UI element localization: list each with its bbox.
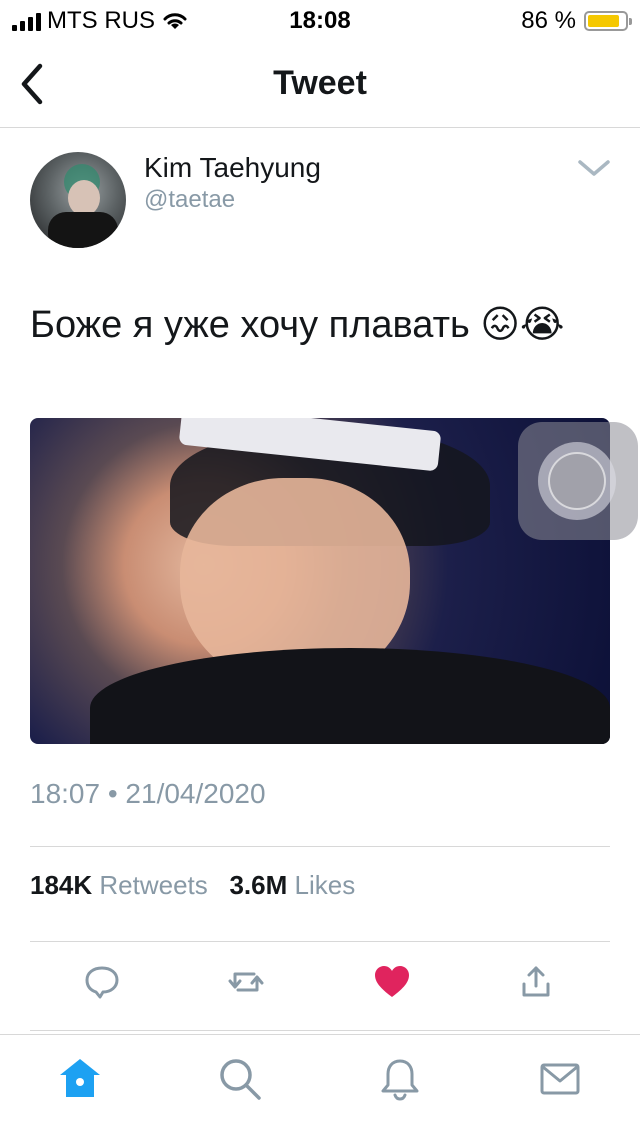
heart-icon — [375, 966, 409, 997]
nav-bar: Tweet — [0, 40, 640, 128]
divider — [30, 846, 610, 847]
share-icon — [522, 966, 550, 997]
avatar-image — [48, 164, 118, 248]
bell-icon — [381, 1059, 419, 1101]
tab-notifications[interactable] — [376, 1055, 424, 1103]
assistive-touch-button[interactable] — [518, 422, 638, 540]
author-handle[interactable]: @taetae — [144, 186, 235, 214]
page-title: Tweet — [273, 64, 367, 102]
reply-icon — [85, 966, 119, 999]
tweet-timestamp: 18:07 • 21/04/2020 — [30, 778, 266, 809]
status-bar: MTS RUS 18:08 86 % — [0, 0, 640, 40]
tweet-actions — [0, 962, 640, 1012]
tab-messages[interactable] — [536, 1055, 584, 1103]
like-button[interactable] — [372, 962, 412, 1002]
assistive-touch-core — [548, 452, 606, 510]
author-name[interactable]: Kim Taehyung — [144, 152, 321, 184]
share-button[interactable] — [516, 962, 556, 1002]
retweet-button[interactable] — [226, 962, 266, 1002]
battery-fill — [588, 15, 619, 27]
tab-bar — [0, 1034, 640, 1136]
tab-home[interactable] — [56, 1055, 104, 1103]
avatar[interactable] — [30, 152, 126, 248]
retweets-label[interactable]: Retweets — [99, 870, 207, 900]
home-icon — [60, 1059, 100, 1097]
battery-icon — [584, 11, 632, 31]
mail-icon — [540, 1063, 580, 1095]
divider — [30, 1030, 610, 1031]
tab-search[interactable] — [216, 1055, 264, 1103]
tweet-text: Боже я уже хочу плавать 😖😭 — [30, 304, 565, 346]
battery-percent: 86 % — [521, 7, 576, 34]
photo-shirt-shape — [90, 648, 610, 744]
chevron-down-icon[interactable] — [576, 156, 612, 180]
status-right: 86 % — [521, 7, 632, 35]
search-icon — [220, 1059, 261, 1100]
tweet-stats: 184K Retweets 3.6M Likes — [30, 870, 355, 901]
likes-label[interactable]: Likes — [295, 870, 356, 900]
likes-count[interactable]: 3.6M — [229, 870, 287, 900]
reply-button[interactable] — [82, 962, 122, 1002]
tweet-screen: MTS RUS 18:08 86 % Tweet Kim Taehyung @t… — [0, 0, 640, 1136]
retweet-icon — [228, 972, 264, 992]
battery-tip — [629, 18, 632, 25]
divider — [30, 941, 610, 942]
retweets-count[interactable]: 184K — [30, 870, 92, 900]
